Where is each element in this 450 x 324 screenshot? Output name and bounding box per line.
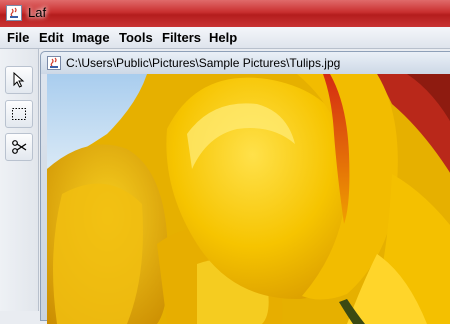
menu-bar: File Edit Image Tools Filters Help: [0, 27, 450, 49]
dashed-rectangle-icon: [12, 108, 26, 120]
image-canvas[interactable]: [47, 74, 450, 324]
menu-help[interactable]: Help: [209, 30, 237, 45]
java-app-icon: [6, 5, 22, 21]
tool-palette: [0, 49, 39, 311]
document-title: C:\Users\Public\Pictures\Sample Pictures…: [66, 56, 341, 70]
scissors-tool-button[interactable]: [5, 133, 33, 161]
pointer-tool-button[interactable]: [5, 66, 33, 94]
menu-tools[interactable]: Tools: [119, 30, 153, 45]
menu-edit[interactable]: Edit: [39, 30, 64, 45]
window-title-bar[interactable]: Laf: [0, 0, 450, 27]
menu-filters[interactable]: Filters: [162, 30, 201, 45]
tulips-photo: [47, 74, 450, 324]
menu-file[interactable]: File: [7, 30, 29, 45]
document-title-bar[interactable]: C:\Users\Public\Pictures\Sample Pictures…: [41, 52, 450, 74]
menu-image[interactable]: Image: [72, 30, 110, 45]
rectangle-select-tool-button[interactable]: [5, 100, 33, 128]
scissors-icon: [12, 140, 27, 154]
arrow-cursor-icon: [13, 72, 25, 88]
window-title: Laf: [28, 5, 47, 20]
java-document-icon: [47, 56, 61, 70]
image-document-window[interactable]: C:\Users\Public\Pictures\Sample Pictures…: [40, 51, 450, 324]
